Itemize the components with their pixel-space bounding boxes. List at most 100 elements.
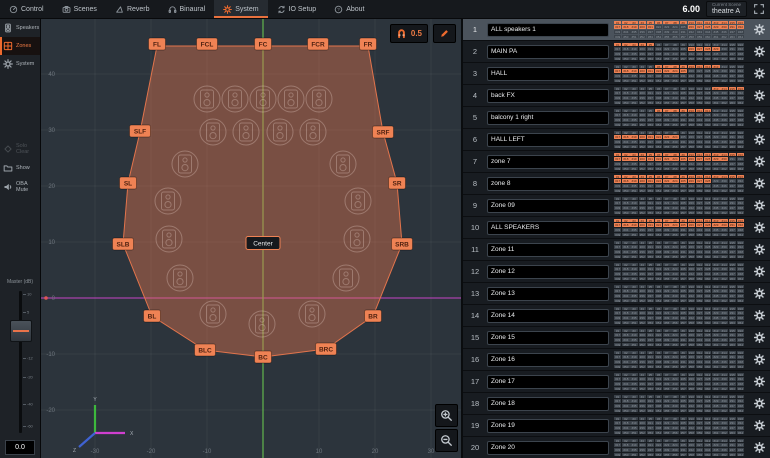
speaker-cell[interactable]: #1 [614, 307, 621, 311]
speaker-cell[interactable]: #2 [622, 263, 629, 267]
stage-label-srf[interactable]: SRF [373, 126, 394, 138]
speaker-cell[interactable]: #28 [704, 47, 711, 51]
zone-name-input[interactable] [487, 133, 609, 147]
speaker-cell[interactable]: #50 [622, 57, 629, 61]
speaker-cell[interactable]: #25 [680, 333, 687, 337]
speaker-cell[interactable]: #2 [622, 307, 629, 311]
speaker-cell[interactable]: #41 [680, 162, 687, 166]
speaker-cell[interactable]: #21 [647, 201, 654, 205]
speaker-cell[interactable]: #28 [704, 201, 711, 205]
speaker-cell[interactable]: #33 [614, 140, 621, 144]
speaker-cell[interactable]: #9 [680, 197, 687, 201]
speaker-cell[interactable]: #40 [671, 404, 678, 408]
speaker-cell[interactable]: #59 [696, 277, 703, 281]
speaker-cell[interactable]: #24 [671, 421, 678, 425]
speaker-cell[interactable]: #8 [671, 153, 678, 157]
speaker-cell[interactable]: #2 [622, 197, 629, 201]
speaker-cell[interactable]: #13 [712, 241, 719, 245]
zone-name-input[interactable] [487, 287, 609, 301]
speaker-cell[interactable]: #35 [630, 272, 637, 276]
speaker-cell[interactable]: #37 [647, 360, 654, 364]
speaker-cell[interactable]: #63 [729, 189, 736, 193]
speaker-cell[interactable]: #30 [720, 289, 727, 293]
speaker-cell[interactable]: #13 [712, 417, 719, 421]
speaker-cell[interactable]: #53 [647, 387, 654, 391]
speaker-cell[interactable]: #52 [639, 277, 646, 281]
speaker-cell[interactable]: #25 [680, 311, 687, 315]
speaker-cell[interactable]: #5 [647, 351, 654, 355]
speaker-cell[interactable]: #54 [655, 123, 662, 127]
speaker-cell[interactable]: #26 [688, 201, 695, 205]
speaker-cell[interactable]: #54 [655, 343, 662, 347]
speaker-cell[interactable]: #47 [729, 316, 736, 320]
speaker-cell[interactable]: #64 [737, 123, 744, 127]
speaker-cell[interactable]: #14 [720, 109, 727, 113]
speaker-cell[interactable]: #41 [680, 74, 687, 78]
speaker-cell[interactable]: #30 [720, 311, 727, 315]
speaker-cell[interactable]: #37 [647, 338, 654, 342]
speaker-cell[interactable]: #17 [614, 25, 621, 29]
speaker-cell[interactable]: #64 [737, 277, 744, 281]
speaker-cell[interactable]: #7 [663, 153, 670, 157]
speaker-cell[interactable]: #52 [639, 453, 646, 457]
speaker-cell[interactable]: #55 [663, 387, 670, 391]
speaker-cell[interactable]: #13 [712, 351, 719, 355]
speaker-cell[interactable]: #41 [680, 382, 687, 386]
speaker-cell[interactable]: #4 [639, 197, 646, 201]
speaker-cell[interactable]: #10 [688, 175, 695, 179]
speaker-cell[interactable]: #28 [704, 355, 711, 359]
speaker-cell[interactable]: #64 [737, 167, 744, 171]
speaker-cell[interactable]: #40 [671, 96, 678, 100]
stage-label-fr[interactable]: FR [360, 38, 377, 50]
speaker-cell[interactable]: #34 [622, 74, 629, 78]
speaker-cell[interactable]: #46 [720, 448, 727, 452]
speaker-cell[interactable]: #57 [680, 233, 687, 237]
zone-settings-gear-icon[interactable] [754, 68, 765, 79]
speaker-cell[interactable]: #59 [696, 189, 703, 193]
speaker-cell[interactable]: #46 [720, 228, 727, 232]
speaker-cell[interactable]: #52 [639, 387, 646, 391]
speaker-cell[interactable]: #22 [655, 157, 662, 161]
zone-name-input[interactable] [487, 199, 609, 213]
speaker-cell[interactable]: #46 [720, 426, 727, 430]
speaker-cell[interactable]: #18 [622, 113, 629, 117]
stage-canvas[interactable]: FL FCL FC FCR FR SLF SRF SL SR SLB SRB B… [41, 19, 461, 458]
speaker-cell[interactable]: #6 [655, 87, 662, 91]
speaker-cell[interactable]: #9 [680, 109, 687, 113]
speaker-cell[interactable]: #1 [614, 43, 621, 47]
speaker-cell[interactable]: #11 [696, 307, 703, 311]
speaker-cell[interactable]: #3 [630, 263, 637, 267]
speaker-cell[interactable]: #40 [671, 228, 678, 232]
speaker-cell[interactable]: #38 [655, 272, 662, 276]
speaker-cell[interactable]: #46 [720, 360, 727, 364]
speaker-cell[interactable]: #15 [729, 109, 736, 113]
speaker-cell[interactable]: #20 [639, 311, 646, 315]
speaker-cell[interactable]: #54 [655, 211, 662, 215]
speaker-cell[interactable]: #22 [655, 201, 662, 205]
speaker-cell[interactable]: #31 [729, 47, 736, 51]
speaker-cell[interactable]: #60 [704, 409, 711, 413]
speaker-cell[interactable]: #7 [663, 439, 670, 443]
speaker-cell[interactable]: #29 [712, 69, 719, 73]
stage-label-blc[interactable]: BLC [195, 344, 216, 356]
speaker-cell[interactable]: #30 [720, 223, 727, 227]
speaker-cell[interactable]: #34 [622, 316, 629, 320]
speaker-cell[interactable]: #27 [696, 25, 703, 29]
speaker-cell[interactable]: #28 [704, 113, 711, 117]
zone-row[interactable]: 16#1#2#3#4#5#6#7#8#9#10#11#12#13#14#15#1… [463, 349, 770, 371]
speaker-cell[interactable]: #3 [630, 351, 637, 355]
speaker-cell[interactable]: #23 [663, 421, 670, 425]
speaker-cell[interactable]: #50 [622, 453, 629, 457]
speaker-cell[interactable]: #18 [622, 91, 629, 95]
speaker-cell[interactable]: #37 [647, 316, 654, 320]
speaker-cell[interactable]: #35 [630, 228, 637, 232]
speaker-cell[interactable]: #2 [622, 329, 629, 333]
speaker-cell[interactable]: #33 [614, 382, 621, 386]
speaker-cell[interactable]: #32 [737, 223, 744, 227]
speaker-cell[interactable]: #64 [737, 57, 744, 61]
zone-name-input[interactable] [487, 441, 609, 455]
speaker-cell[interactable]: #50 [622, 79, 629, 83]
speaker-cell[interactable]: #23 [663, 157, 670, 161]
stage-canvas-svg[interactable]: FL FCL FC FCR FR SLF SRF SL SR SLB SRB B… [41, 19, 461, 458]
speaker-cell[interactable]: #59 [696, 233, 703, 237]
